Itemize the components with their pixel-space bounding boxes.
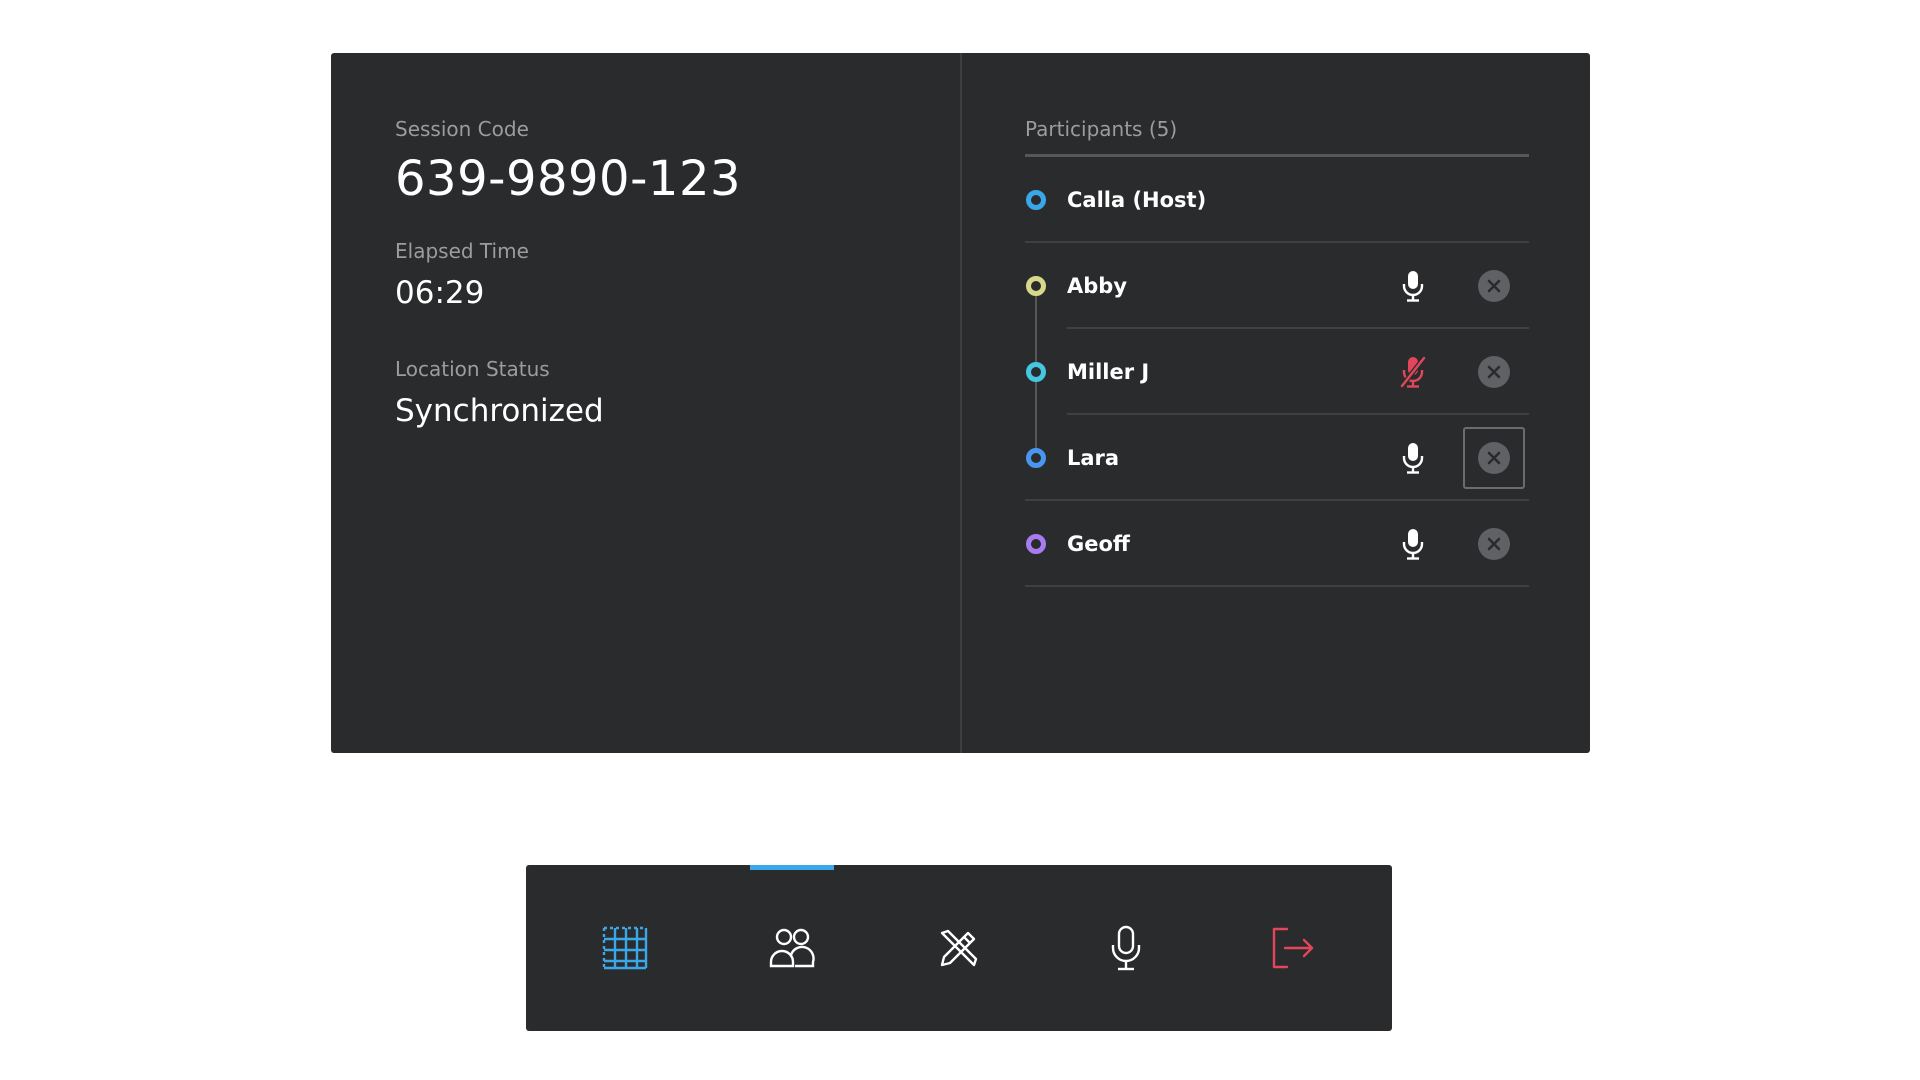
toolbar-microphone-button[interactable] [1084,865,1168,1031]
mute-participant-button[interactable] [1391,522,1435,566]
location-status-label: Location Status [395,357,550,381]
participant-status-dot [1026,190,1046,210]
participant-row: Abby [1025,243,1529,329]
row-separator [1025,585,1529,587]
microphone-icon [1402,443,1424,474]
session-info: Session Code 639-9890-123 Elapsed Time 0… [395,117,741,431]
unmute-participant-button[interactable] [1391,350,1435,394]
participant-status-dot [1026,276,1046,296]
participants-panel: Participants (5) Calla (Host) Abby Mille… [1025,117,1529,587]
close-icon [1478,270,1510,302]
toolbar-grid-button[interactable] [583,865,667,1031]
microphone-icon [1402,529,1424,560]
microphone-muted-icon [1400,356,1426,388]
active-tab-indicator [750,865,834,870]
participant-status-dot [1026,448,1046,468]
session-code-label: Session Code [395,117,529,141]
participant-name: Geoff [1067,532,1130,556]
participant-row: Lara [1025,415,1529,501]
bottom-toolbar [526,865,1392,1031]
participant-status-dot [1026,362,1046,382]
remove-participant-button[interactable] [1463,341,1525,403]
mute-participant-button[interactable] [1391,436,1435,480]
participant-status-dot [1026,534,1046,554]
microphone-icon [1402,271,1424,302]
grid-icon [602,926,648,970]
participant-name: Miller J [1067,360,1150,384]
exit-icon [1272,927,1314,969]
remove-participant-button[interactable] [1463,427,1525,489]
participant-row: Geoff [1025,501,1529,587]
participant-name: Abby [1067,274,1128,298]
close-icon [1478,356,1510,388]
participant-row: Miller J [1025,329,1529,415]
participants-header: Participants (5) [1025,117,1529,157]
location-status: Synchronized [395,393,604,429]
tools-icon [940,929,978,967]
participant-name: Lara [1067,446,1120,470]
microphone-icon [1111,925,1141,971]
close-icon [1478,528,1510,560]
mute-participant-button[interactable] [1391,264,1435,308]
toolbar-tools-button[interactable] [917,865,1001,1031]
participants-icon [769,928,815,968]
toolbar-participants-button[interactable] [750,865,834,1031]
session-panel: Session Code 639-9890-123 Elapsed Time 0… [331,53,1590,753]
panel-divider [960,53,962,753]
close-icon [1478,442,1510,474]
participant-name: Calla (Host) [1067,188,1207,212]
session-code: 639-9890-123 [395,151,742,207]
remove-participant-button[interactable] [1463,513,1525,575]
participant-list: Calla (Host) Abby Miller J Lara Geoff [1025,157,1529,587]
remove-participant-button[interactable] [1463,255,1525,317]
toolbar-leave-session-button[interactable] [1251,865,1335,1031]
elapsed-time: 06:29 [395,275,485,311]
elapsed-time-label: Elapsed Time [395,239,529,263]
participant-row-host: Calla (Host) [1025,157,1529,243]
